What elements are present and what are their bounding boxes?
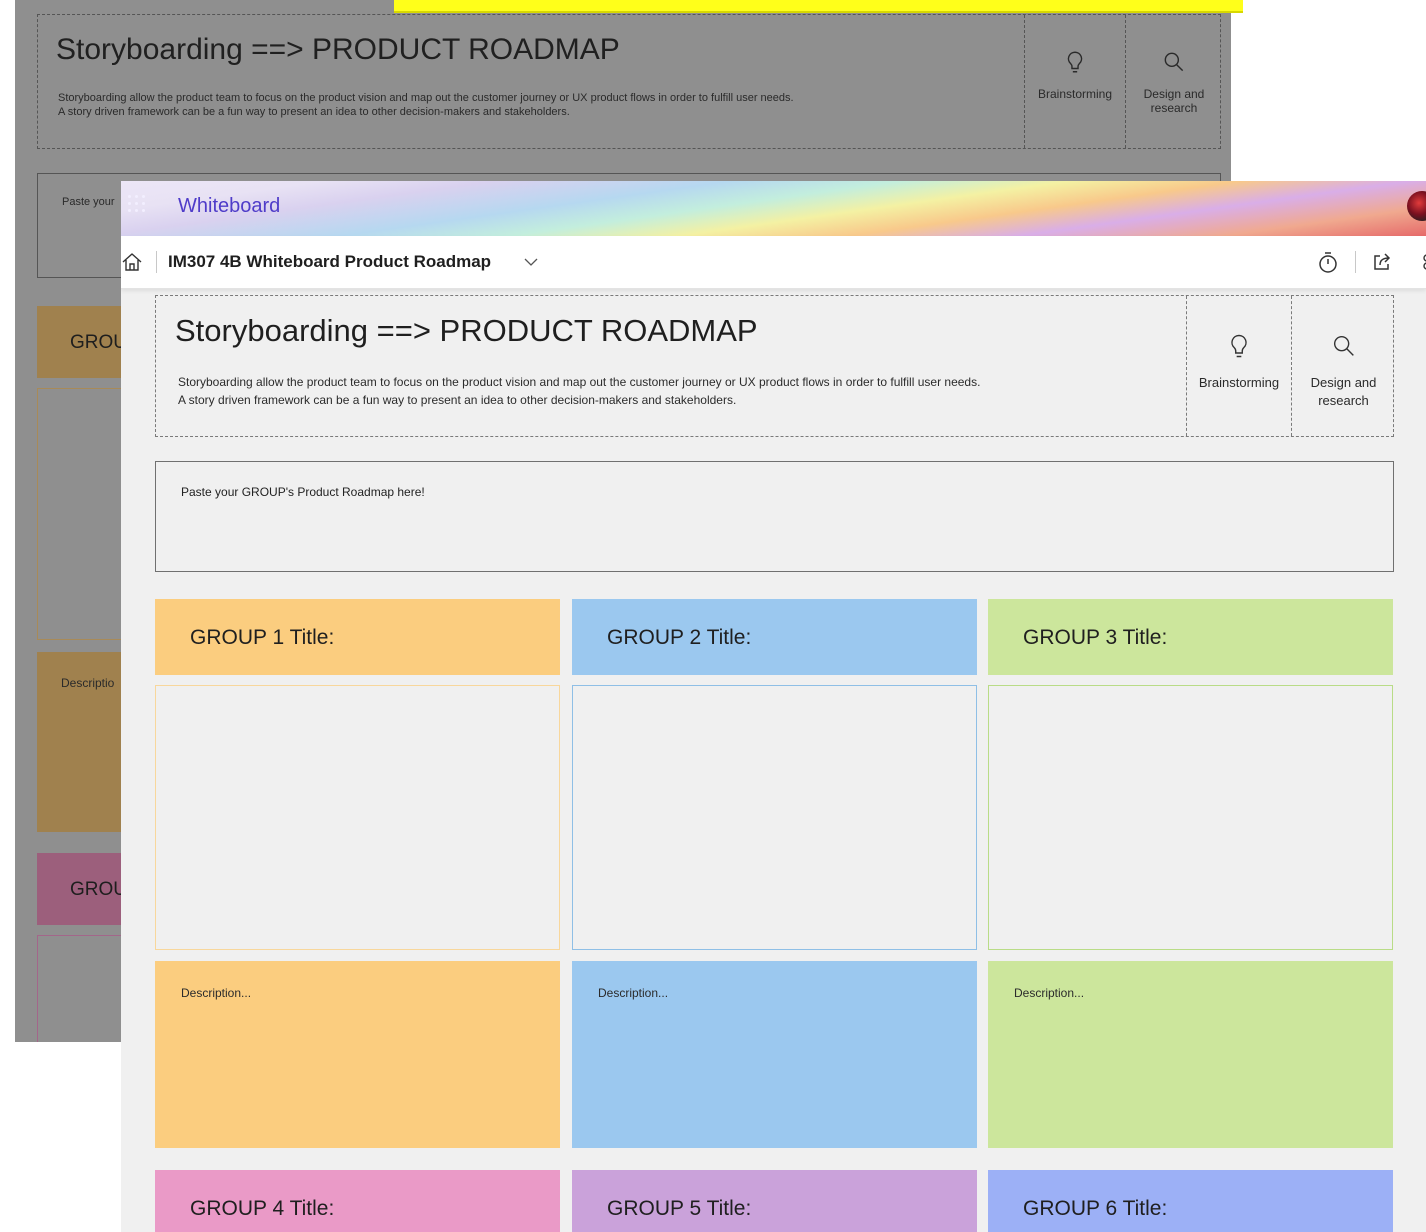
- group-title-text: GROUP 2 Title:: [607, 626, 752, 649]
- header-title: Storyboarding ==> PRODUCT ROADMAP: [175, 313, 758, 348]
- bg-brainstorming-tile: Brainstorming: [1024, 15, 1125, 148]
- lightbulb-icon: [1067, 51, 1083, 73]
- description-line-2: A story driven framework can be a fun wa…: [178, 393, 737, 407]
- group-title-text: GROUP 4 Title:: [190, 1197, 335, 1220]
- bg-description-text: Descriptio: [61, 676, 115, 690]
- bg-description-line-1: Storyboarding allow the product team to …: [58, 92, 794, 104]
- brainstorming-tile[interactable]: Brainstorming: [1186, 296, 1291, 436]
- group-6-title-note[interactable]: GROUP 6 Title:: [988, 1170, 1393, 1232]
- group-3-image-box[interactable]: [988, 685, 1393, 950]
- group-3-description-note[interactable]: Description...: [988, 961, 1393, 1148]
- group-2-title-note[interactable]: GROUP 2 Title:: [572, 599, 977, 675]
- paste-roadmap-box[interactable]: Paste your GROUP's Product Roadmap here!: [155, 461, 1394, 572]
- group-5-title-note[interactable]: GROUP 5 Title:: [572, 1170, 977, 1232]
- bg-tile-label: Brainstorming: [1037, 87, 1113, 101]
- bg-description-line-2: A story driven framework can be a fun wa…: [58, 106, 570, 118]
- group-title-text: GROUP 6 Title:: [1023, 1197, 1168, 1220]
- lightbulb-icon: [1231, 334, 1247, 358]
- description-text: Description...: [181, 986, 252, 1000]
- bg-board-header: Storyboarding ==> PRODUCT ROADMAP Storyb…: [37, 14, 1221, 149]
- design-research-tile[interactable]: Design and research: [1291, 296, 1395, 436]
- group-2-description-note[interactable]: Description...: [572, 961, 977, 1148]
- group-2-image-box[interactable]: [572, 685, 977, 950]
- chevron-down-icon[interactable]: [524, 256, 538, 268]
- group-1-description-note[interactable]: Description...: [155, 961, 560, 1148]
- search-icon: [1333, 335, 1354, 356]
- bg-header-description: Storyboarding allow the product team to …: [58, 91, 794, 119]
- bg-header-title: Storyboarding ==> PRODUCT ROADMAP: [56, 33, 620, 66]
- paste-text: Paste your GROUP's Product Roadmap here!: [181, 485, 425, 499]
- avatar[interactable]: [1407, 191, 1426, 221]
- app-banner: Whiteboard: [121, 181, 1426, 236]
- header-description: Storyboarding allow the product team to …: [178, 373, 980, 409]
- group-title-text: GROUP 3 Title:: [1023, 626, 1168, 649]
- description-text: Description...: [598, 986, 669, 1000]
- app-launcher-icon[interactable]: [126, 193, 148, 215]
- group-title-text: GROUP 1 Title:: [190, 626, 335, 649]
- bg-design-tile: Design and research: [1125, 15, 1222, 148]
- description-line-1: Storyboarding allow the product team to …: [178, 375, 981, 389]
- tile-label: research: [1318, 393, 1369, 408]
- divider: [1355, 251, 1356, 273]
- highlight-bar: [394, 0, 1243, 13]
- bg-group-title-text: GROU: [70, 879, 127, 900]
- timer-icon[interactable]: [1317, 250, 1339, 274]
- group-3-title-note[interactable]: GROUP 3 Title:: [988, 599, 1393, 675]
- bg-group-title-text: GROU: [70, 332, 127, 353]
- home-icon[interactable]: [121, 252, 143, 272]
- group-1-image-box[interactable]: [155, 685, 560, 950]
- description-text: Description...: [1014, 986, 1085, 1000]
- app-name[interactable]: Whiteboard: [178, 195, 280, 218]
- board-title[interactable]: IM307 4B Whiteboard Product Roadmap: [168, 252, 491, 272]
- share-icon[interactable]: [1371, 251, 1393, 273]
- group-title-text: GROUP 5 Title:: [607, 1197, 752, 1220]
- divider: [156, 251, 157, 273]
- bg-paste-text: Paste your: [62, 196, 115, 208]
- storyboard-header[interactable]: Storyboarding ==> PRODUCT ROADMAP Storyb…: [155, 295, 1394, 437]
- group-4-title-note[interactable]: GROUP 4 Title:: [155, 1170, 560, 1232]
- bg-tile-label: research: [1150, 101, 1198, 115]
- tile-label: Brainstorming: [1198, 375, 1280, 390]
- search-icon: [1164, 52, 1184, 72]
- bg-tile-label: Design and: [1143, 87, 1205, 101]
- settings-icon[interactable]: [1421, 252, 1426, 272]
- whiteboard-window: Whiteboard IM307 4B Whiteboard Product R…: [121, 181, 1426, 1232]
- group-1-title-note[interactable]: GROUP 1 Title:: [155, 599, 560, 675]
- tile-label: Design and: [1310, 375, 1377, 390]
- command-bar: IM307 4B Whiteboard Product Roadmap: [121, 236, 1426, 289]
